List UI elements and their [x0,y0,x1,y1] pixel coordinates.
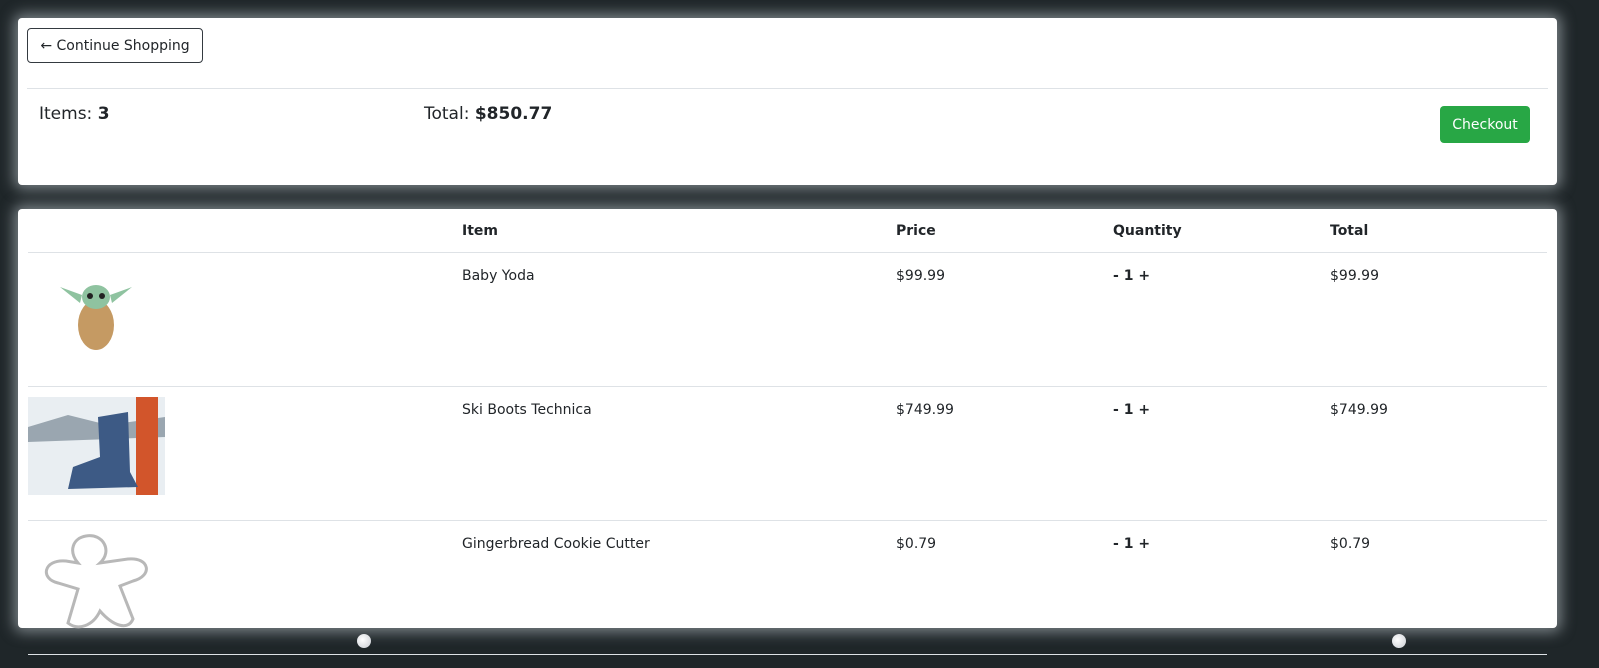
header-price: Price [896,209,1113,253]
cookie-cutter-image [45,534,148,629]
increase-quantity-button[interactable]: + [1138,536,1150,552]
cart-items-card: Item Price Quantity Total Baby Yoda $99.… [18,209,1557,655]
divider [27,88,1548,89]
items-value: 3 [97,104,110,124]
decrease-quantity-button[interactable]: - [1113,402,1119,418]
item-price: $0.79 [896,520,1113,655]
table-row: Ski Boots Technica $749.99 - 1 + $749.99 [28,386,1547,521]
quantity-value: 1 [1123,402,1134,418]
cart-summary-card: ← Continue Shopping Items: 3 Total: $850… [18,18,1557,185]
quantity-value: 1 [1123,268,1134,284]
table-row: Gingerbread Cookie Cutter $0.79 - 1 + $0… [28,520,1547,655]
item-price: $99.99 [896,252,1113,387]
cart-total: Total: $850.77 [424,104,552,124]
cart-table: Item Price Quantity Total Baby Yoda $99.… [28,209,1547,655]
increase-quantity-button[interactable]: + [1138,268,1150,284]
decorative-dot [357,634,371,648]
quantity-stepper: - 1 + [1113,252,1330,387]
header-item: Item [462,209,896,253]
quantity-stepper: - 1 + [1113,386,1330,521]
header-total: Total [1330,209,1547,253]
header-image [28,209,462,253]
total-label: Total: [424,104,470,124]
ski-boots-image [28,397,165,495]
table-row: Baby Yoda $99.99 - 1 + $99.99 [28,252,1547,387]
decrease-quantity-button[interactable]: - [1113,536,1119,552]
quantity-stepper: - 1 + [1113,520,1330,655]
quantity-value: 1 [1123,536,1134,552]
increase-quantity-button[interactable]: + [1138,402,1150,418]
total-value: $850.77 [474,104,553,124]
item-total: $99.99 [1330,252,1547,387]
baby-yoda-image [60,285,132,350]
items-count: Items: 3 [39,104,110,124]
items-label: Items: [39,104,93,124]
item-name: Ski Boots Technica [462,386,896,521]
decrease-quantity-button[interactable]: - [1113,268,1119,284]
item-name: Gingerbread Cookie Cutter [462,520,896,655]
item-price: $749.99 [896,386,1113,521]
table-header: Item Price Quantity Total [28,209,1547,253]
checkout-button[interactable]: Checkout [1440,106,1530,143]
decorative-dot [1392,634,1406,648]
header-quantity: Quantity [1113,209,1330,253]
continue-shopping-button[interactable]: ← Continue Shopping [27,28,203,63]
item-total: $749.99 [1330,386,1547,521]
item-name: Baby Yoda [462,252,896,387]
item-total: $0.79 [1330,520,1547,655]
